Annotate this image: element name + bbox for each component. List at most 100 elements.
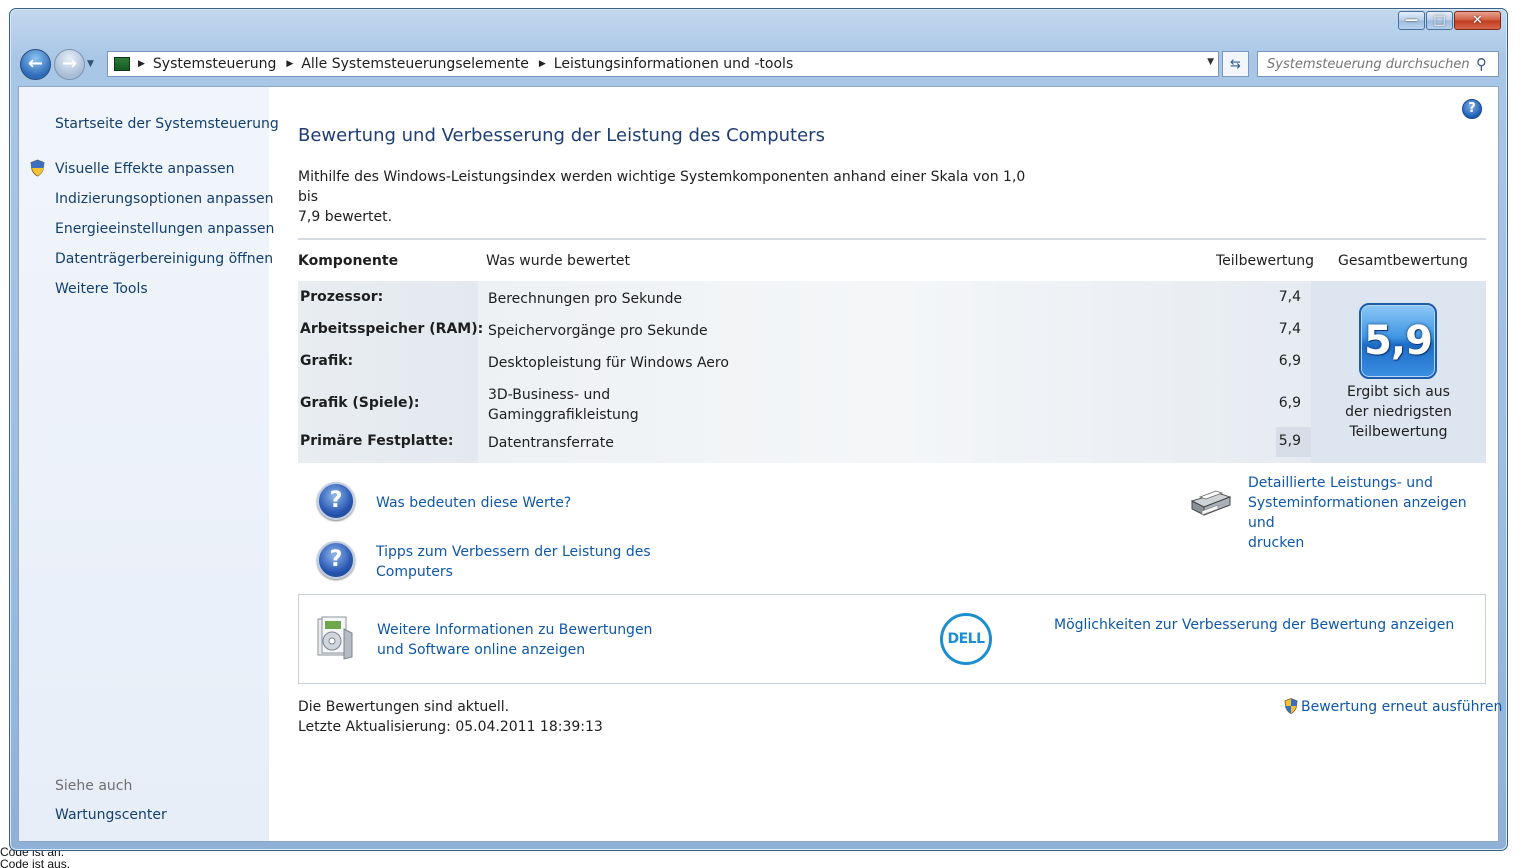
sidebar-item-home[interactable]: Startseite der Systemsteuerung — [55, 116, 279, 132]
search-input[interactable] — [1257, 51, 1499, 77]
caption-buttons: — □ ✕ — [1397, 11, 1501, 30]
component-subscore: 6,9 — [1278, 353, 1301, 369]
breadcrumb-separator-icon[interactable]: ▶ — [138, 59, 145, 69]
component-rated: Berechnungen pro Sekunde — [488, 291, 683, 307]
details-link-line[interactable]: Detaillierte Leistungs- und — [1248, 473, 1488, 493]
control-panel-window: — □ ✕ ← → ▼ ▶ Systemsteuerung ▶ Alle Sys… — [9, 8, 1508, 851]
component-rated: Speichervorgänge pro Sekunde — [488, 323, 708, 339]
shield-icon — [1284, 698, 1298, 714]
component-name: Prozessor: — [300, 289, 384, 305]
intro-line: Mithilfe des Windows-Leistungsindex werd… — [298, 169, 1026, 205]
column-header-subscore: Teilbewertung — [1216, 253, 1315, 269]
improve-score-link[interactable]: Möglichkeiten zur Verbesserung der Bewer… — [1054, 615, 1454, 635]
breadcrumb-systemsteuerung[interactable]: Systemsteuerung — [153, 56, 276, 72]
software-box-icon — [317, 616, 353, 660]
refresh-icon: ⇆ — [1230, 56, 1241, 72]
base-score-note-line: Teilbewertung — [1349, 424, 1448, 440]
dell-logo: DELL — [940, 613, 992, 665]
help-icon[interactable]: ? — [1462, 99, 1482, 119]
content-area: Startseite der Systemsteuerung Visuelle … — [18, 86, 1502, 842]
back-button[interactable]: ← — [20, 48, 51, 80]
component-rated: Desktopleistung für Windows Aero — [488, 355, 729, 371]
see-also-heading: Siehe auch — [55, 778, 133, 794]
intro-text: Mithilfe des Windows-Leistungsindex werd… — [298, 167, 1028, 227]
printer-icon — [1190, 490, 1232, 516]
table-row: Grafik: Desktopleistung für Windows Aero… — [298, 353, 1311, 377]
forward-arrow-icon: → — [61, 53, 78, 74]
info-box: Weitere Informationen zu Bewertungen und… — [298, 594, 1486, 684]
recent-pages-dropdown[interactable]: ▼ — [87, 59, 99, 69]
breadcrumb-separator-icon[interactable]: ▶ — [539, 59, 546, 69]
table-row: Grafik (Spiele): 3D-Business- und Gaming… — [298, 385, 1311, 425]
table-row: Primäre Festplatte: Datentransferrate 5,… — [298, 433, 1311, 457]
base-score-note: Ergibt sich aus der niedrigsten Teilbewe… — [1311, 382, 1486, 442]
shield-icon — [30, 159, 45, 177]
component-subscore: 7,4 — [1278, 289, 1301, 305]
score-table: Prozessor: Berechnungen pro Sekunde 7,4 … — [298, 281, 1486, 463]
status-line: Letzte Aktualisierung: 05.04.2011 18:39:… — [298, 719, 603, 735]
page-title: Bewertung und Verbesserung der Leistung … — [298, 125, 825, 146]
see-also-action-center[interactable]: Wartungscenter — [55, 807, 167, 823]
intro-line: 7,9 bewertet. — [298, 209, 393, 225]
maximize-icon: □ — [1433, 13, 1446, 28]
more-info-link[interactable]: Weitere Informationen zu Bewertungen und… — [377, 620, 652, 660]
address-dropdown-icon[interactable]: ▼ — [1207, 57, 1214, 67]
component-rated: Datentransferrate — [488, 435, 614, 451]
component-name: Grafik (Spiele): — [300, 395, 420, 411]
task-pane: Startseite der Systemsteuerung Visuelle … — [19, 87, 279, 841]
more-info-link-line[interactable]: Weitere Informationen zu Bewertungen — [377, 620, 652, 640]
base-score-panel: 5,9 Ergibt sich aus der niedrigsten Teil… — [1311, 281, 1486, 463]
column-header-rated: Was wurde bewertet — [486, 253, 630, 269]
minimize-button[interactable]: — — [1398, 11, 1425, 30]
tips-link-line[interactable]: Tipps zum Verbessern der Leistung des — [376, 542, 651, 562]
component-name: Grafik: — [300, 353, 354, 369]
details-link-line[interactable]: drucken — [1248, 533, 1488, 553]
details-link-line[interactable]: Systeminformationen anzeigen und — [1248, 493, 1488, 533]
search-icon[interactable]: ⚲ — [1476, 55, 1487, 73]
table-row: Prozessor: Berechnungen pro Sekunde 7,4 — [298, 289, 1311, 313]
question-icon: ? — [317, 482, 355, 520]
sidebar-item-more-tools[interactable]: Weitere Tools — [55, 281, 148, 297]
close-icon: ✕ — [1472, 13, 1483, 28]
sidebar-item-indexing[interactable]: Indizierungsoptionen anpassen — [55, 191, 274, 207]
what-mean-link[interactable]: Was bedeuten diese Werte? — [376, 493, 571, 513]
tips-link[interactable]: Tipps zum Verbessern der Leistung des Co… — [376, 542, 651, 582]
tips-link-line[interactable]: Computers — [376, 562, 651, 582]
rerun-assessment-link[interactable]: Bewertung erneut ausführen — [1301, 697, 1502, 717]
breadcrumb-separator-icon[interactable]: ▶ — [286, 59, 293, 69]
breadcrumb-performance[interactable]: Leistungsinformationen und -tools — [554, 56, 793, 72]
base-score-badge[interactable]: 5,9 — [1359, 303, 1437, 379]
sidebar-item-power[interactable]: Energieeinstellungen anpassen — [55, 221, 274, 237]
component-name: Primäre Festplatte: — [300, 433, 454, 449]
table-row: Arbeitsspeicher (RAM): Speichervorgänge … — [298, 321, 1311, 345]
control-panel-icon — [114, 57, 130, 71]
sidebar-item-disk-cleanup[interactable]: Datenträgerbereinigung öffnen — [55, 251, 273, 267]
base-score-note-line: der niedrigsten — [1345, 404, 1452, 420]
column-header-basescore: Gesamtbewertung — [1338, 253, 1468, 269]
close-button[interactable]: ✕ — [1454, 11, 1501, 30]
component-rated: 3D-Business- und — [488, 387, 611, 403]
component-rated-continued: Gaminggrafikleistung — [488, 407, 639, 423]
table-header: Komponente Was wurde bewertet Teilbewert… — [298, 251, 1486, 273]
divider — [298, 238, 1486, 240]
status-text: Die Bewertungen sind aktuell. Letzte Akt… — [298, 697, 603, 737]
main-panel: ? Bewertung und Verbesserung der Leistun… — [298, 87, 1502, 841]
minimize-icon: — — [1405, 13, 1418, 28]
status-line: Die Bewertungen sind aktuell. — [298, 699, 510, 715]
column-header-component: Komponente — [298, 253, 399, 269]
component-subscore: 6,9 — [1278, 395, 1301, 411]
navigation-bar: ← → ▼ ▶ Systemsteuerung ▶ Alle Systemste… — [20, 47, 1499, 81]
maximize-button[interactable]: □ — [1426, 11, 1453, 30]
breadcrumb-all-items[interactable]: Alle Systemsteuerungselemente — [301, 56, 529, 72]
component-subscore: 7,4 — [1278, 321, 1301, 337]
refresh-button[interactable]: ⇆ — [1222, 51, 1249, 77]
details-link[interactable]: Detaillierte Leistungs- und Systeminform… — [1248, 473, 1488, 553]
sidebar-item-visual-effects[interactable]: Visuelle Effekte anpassen — [55, 161, 235, 177]
question-icon: ? — [317, 541, 355, 579]
forward-button[interactable]: → — [54, 48, 85, 80]
background-text-line: Code ist aus. — [0, 857, 71, 868]
base-score-note-line: Ergibt sich aus — [1347, 384, 1450, 400]
address-bar[interactable]: ▶ Systemsteuerung ▶ Alle Systemsteuerung… — [107, 51, 1219, 77]
more-info-link-line[interactable]: und Software online anzeigen — [377, 640, 652, 660]
component-subscore: 5,9 — [1278, 433, 1301, 449]
